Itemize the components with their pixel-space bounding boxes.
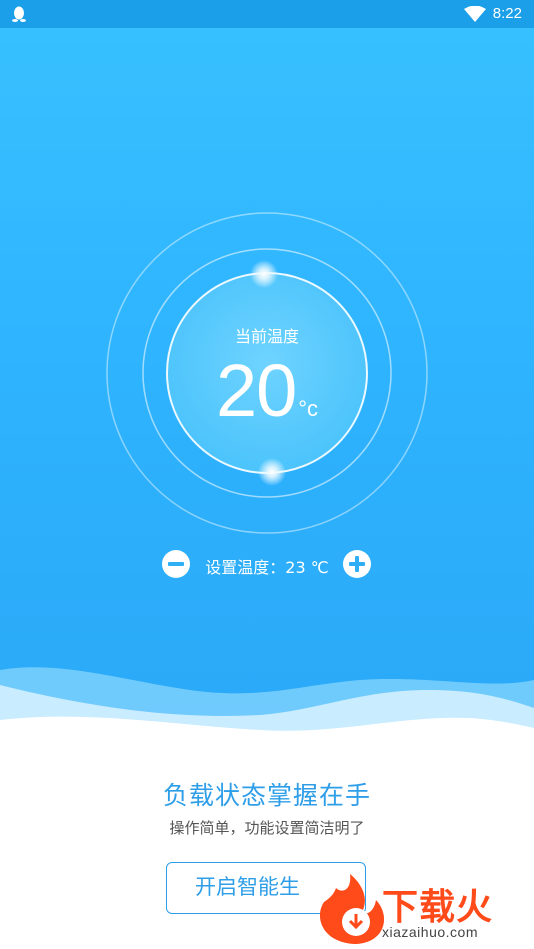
current-temperature: 20°c: [0, 348, 534, 433]
watermark-brand: 下载火: [382, 887, 494, 928]
app-screen: 8:22 当前温度 20°c 设置温度：23 ℃ 负载状态掌握在手 操作简单，功…: [0, 0, 534, 949]
promo-headline: 负载状态掌握在手: [162, 781, 371, 810]
watermark-url: xiazaihuo.com: [382, 924, 478, 940]
setpoint-control: 设置温度：23 ℃: [0, 548, 534, 580]
glow-top: [250, 260, 278, 288]
current-temperature-unit: °c: [298, 396, 319, 421]
current-temperature-value: 20: [215, 349, 297, 432]
setpoint-label: 设置温度：23 ℃: [205, 558, 329, 577]
wave-decoration: [0, 667, 534, 760]
current-temperature-label: 当前温度: [234, 327, 299, 346]
promo-subline: 操作简单，功能设置简洁明了: [169, 819, 365, 837]
plus-circle-icon[interactable]: [343, 550, 371, 578]
glow-bottom: [258, 458, 286, 486]
temperature-gauge: [106, 212, 428, 534]
